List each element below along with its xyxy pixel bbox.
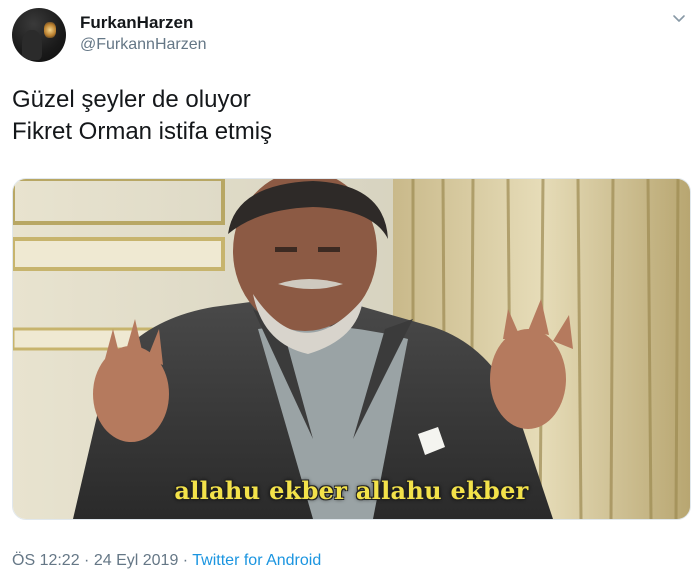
- tweet-line: Güzel şeyler de oluyor: [12, 86, 251, 113]
- avatar-figure: [22, 30, 42, 60]
- avatar-lamp-glow: [44, 22, 56, 38]
- chevron-down-icon[interactable]: [672, 12, 686, 26]
- meta-separator: ·: [79, 552, 94, 569]
- tweet-text: Güzel şeyler de oluyor Fikret Orman isti…: [12, 84, 272, 148]
- tweet-meta: ÖS 12:22 · 24 Eyl 2019 · Twitter for And…: [12, 552, 321, 570]
- author-display-name[interactable]: FurkanHarzen: [80, 13, 193, 33]
- media-scene: [13, 179, 690, 519]
- tweet-time[interactable]: ÖS 12:22: [12, 552, 80, 569]
- tweet-line: Fikret Orman istifa etmiş: [12, 118, 273, 145]
- tweet-media-image[interactable]: allahu ekber allahu ekber: [12, 178, 691, 520]
- avatar[interactable]: [12, 8, 66, 62]
- media-subtitle: allahu ekber allahu ekber: [174, 476, 529, 505]
- tweet-date[interactable]: 24 Eyl 2019: [94, 552, 179, 569]
- tweet-source-link[interactable]: Twitter for Android: [192, 552, 321, 569]
- meta-separator: ·: [178, 552, 193, 569]
- author-handle[interactable]: @FurkannHarzen: [80, 36, 207, 54]
